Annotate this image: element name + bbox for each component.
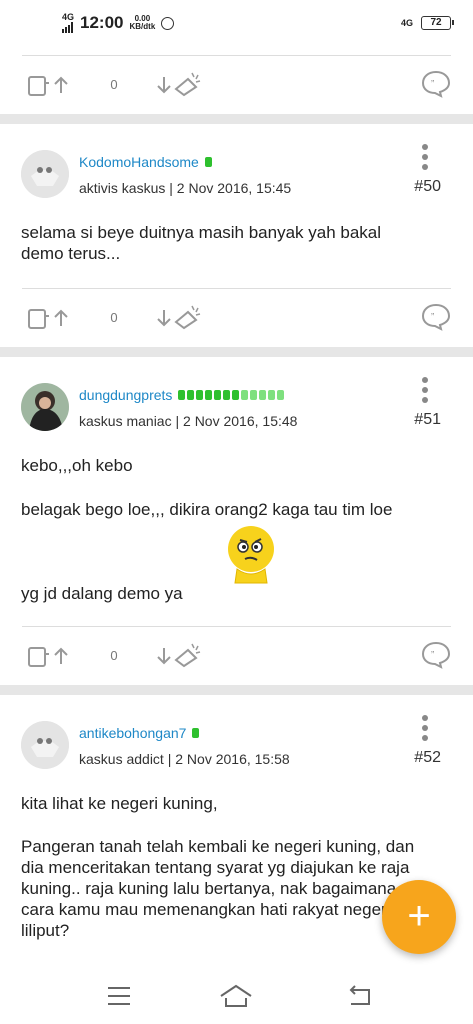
reputation-bars	[178, 390, 285, 400]
more-vert-icon[interactable]	[421, 715, 429, 741]
svg-text:”: ”	[431, 312, 434, 323]
clock: 12:00	[80, 13, 124, 32]
reply-icon[interactable]: ”	[421, 70, 451, 98]
post-divider	[0, 685, 473, 695]
more-vert-icon[interactable]	[421, 144, 429, 170]
online-indicator	[192, 728, 200, 738]
menu-icon[interactable]	[102, 982, 136, 1010]
avatar[interactable]	[21, 721, 69, 769]
vote-count: 0	[110, 310, 118, 325]
system-nav-bar	[0, 968, 473, 1024]
post-number: #50	[414, 178, 441, 195]
reply-icon[interactable]: ”	[421, 303, 451, 331]
avatar[interactable]	[21, 383, 69, 431]
signal-icon	[62, 22, 73, 33]
post-meta: kaskus addict | 2 Nov 2016, 15:58	[79, 751, 290, 767]
username[interactable]: antikebohongan7	[79, 725, 200, 741]
svg-text:”: ”	[431, 650, 434, 661]
thread-screen: 4G 12:00 0.00 KB/dtk 4G 72 0 ” KodomoHan	[0, 0, 473, 1024]
vote-up-icon[interactable]	[28, 644, 74, 668]
battery-icon: 72	[421, 16, 454, 30]
vote-count: 0	[110, 77, 118, 92]
back-icon[interactable]	[343, 982, 377, 1010]
post-number: #51	[414, 411, 441, 428]
confused-emoji-icon	[228, 526, 274, 584]
vote-count: 0	[110, 648, 118, 663]
post-divider	[0, 347, 473, 357]
vote-up-icon[interactable]	[28, 306, 74, 330]
more-vert-icon[interactable]	[421, 377, 429, 403]
post-body: selama si beye duitnya masih banyak yah …	[21, 223, 382, 263]
post-actions: 0 ”	[0, 55, 473, 113]
network-speed: 0.00 KB/dtk	[129, 14, 156, 31]
vote-down-icon[interactable]	[154, 300, 204, 330]
post-actions: 0 ”	[0, 288, 473, 346]
username[interactable]: KodomoHandsome	[79, 154, 212, 170]
network-right-label: 4G	[400, 17, 413, 28]
reply-icon[interactable]: ”	[421, 641, 451, 669]
status-bar: 4G 12:00 0.00 KB/dtk 4G 72	[0, 0, 473, 46]
vote-down-icon[interactable]	[154, 638, 204, 668]
post-body: kebo,,,oh kebo belagak bego loe,,, dikir…	[21, 456, 393, 603]
avatar[interactable]	[21, 150, 69, 198]
vote-down-icon[interactable]	[154, 67, 204, 97]
whatsapp-icon	[161, 16, 175, 30]
username[interactable]: dungdungprets	[79, 387, 285, 403]
post-number: #52	[414, 749, 441, 766]
post-meta: aktivis kaskus | 2 Nov 2016, 15:45	[79, 180, 292, 196]
signal-indicator: 4G	[62, 13, 74, 33]
post-meta: kaskus maniac | 2 Nov 2016, 15:48	[79, 413, 298, 429]
new-reply-button[interactable]: +	[382, 880, 456, 954]
network-label: 4G	[62, 12, 75, 22]
online-indicator	[204, 157, 212, 167]
home-icon[interactable]	[219, 982, 253, 1010]
vote-up-icon[interactable]	[28, 73, 74, 97]
post-divider	[0, 114, 473, 124]
post-actions: 0 ”	[0, 626, 473, 684]
svg-text:”: ”	[431, 79, 434, 90]
